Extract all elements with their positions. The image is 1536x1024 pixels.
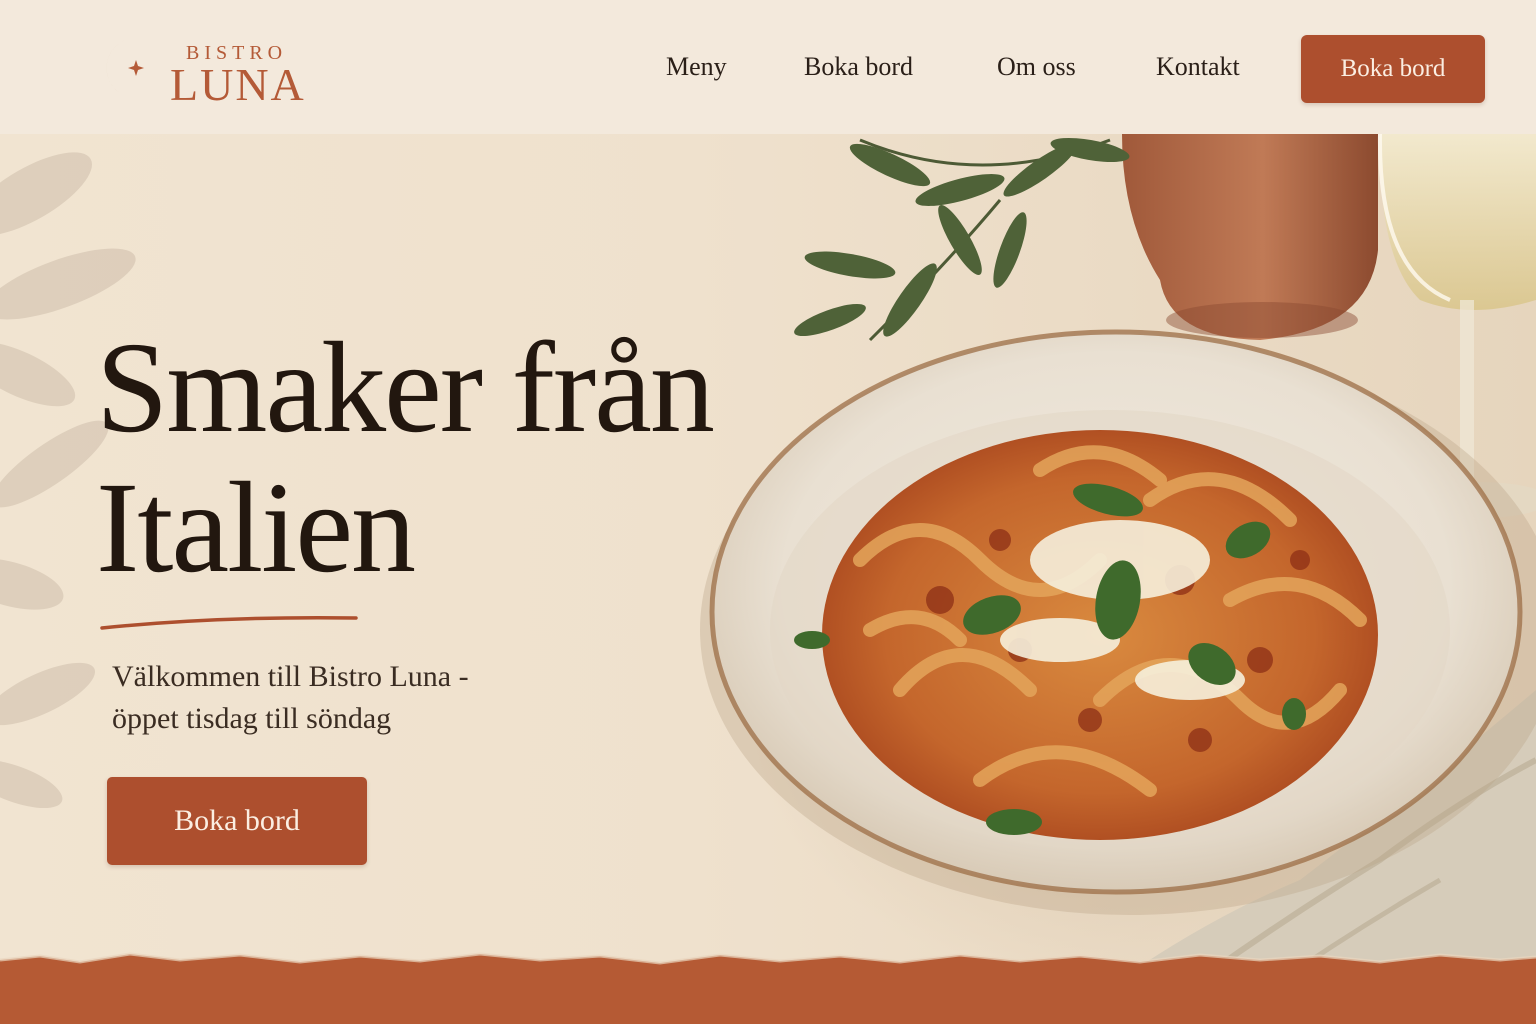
hero-headline: Smaker från Italien (96, 318, 796, 598)
torn-paper-border (0, 952, 1536, 1024)
nav-item-kontakt[interactable]: Kontakt (1156, 52, 1240, 82)
hero-tagline-line1: Välkommen till Bistro Luna - (112, 660, 469, 693)
nav-item-meny[interactable]: Meny (666, 52, 727, 82)
hero-headline-line2: Italien (96, 456, 416, 600)
header-book-table-button[interactable]: Boka bord (1301, 35, 1485, 103)
hero-book-table-button[interactable]: Boka bord (107, 777, 367, 865)
site-header: BISTRO LUNA Meny Boka bord Om oss Kontak… (0, 0, 1536, 134)
brand-name: LUNA (170, 59, 306, 110)
headline-underline (100, 615, 358, 630)
hero-tagline: Välkommen till Bistro Luna - öppet tisda… (112, 656, 552, 740)
nav-item-om-oss[interactable]: Om oss (997, 52, 1076, 82)
hero-headline-line1: Smaker från (96, 316, 715, 460)
nav-item-boka-bord[interactable]: Boka bord (804, 52, 913, 82)
crescent-moon-star-icon (106, 38, 144, 99)
hero-tagline-line2: öppet tisdag till söndag (112, 702, 392, 735)
brand-logo[interactable]: BISTRO LUNA (98, 32, 338, 112)
